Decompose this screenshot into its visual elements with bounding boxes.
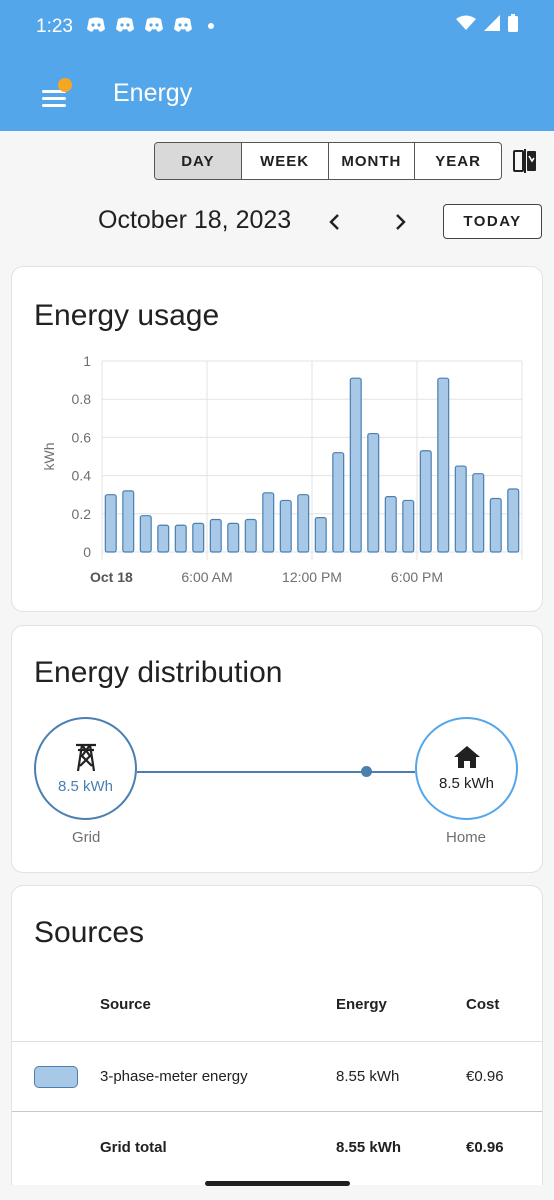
column-header-source: Source <box>100 996 151 1013</box>
app-bar: Energy <box>0 56 554 131</box>
source-name: 3-phase-meter energy <box>100 1068 248 1085</box>
table-divider <box>12 1111 542 1112</box>
y-tick-label: 1 <box>83 353 91 369</box>
current-date: October 18, 2023 <box>98 206 292 234</box>
energy-distribution-title: Energy distribution <box>34 656 283 689</box>
chart-bar <box>279 499 292 553</box>
y-tick-label: 0.4 <box>72 468 92 484</box>
home-label: Home <box>446 829 487 846</box>
chevron-right-icon[interactable] <box>388 210 412 234</box>
chart-bar <box>209 518 222 553</box>
table-divider <box>12 1041 542 1042</box>
notification-icons <box>86 16 214 34</box>
sources-card: Sources Source Energy Cost 3-phase-meter… <box>11 885 543 1185</box>
discord-icon <box>145 17 163 32</box>
period-year-button[interactable]: YEAR <box>415 143 501 179</box>
menu-icon-line <box>42 104 66 107</box>
chart-bar <box>507 488 520 553</box>
battery-icon <box>508 14 518 32</box>
chart-bar <box>402 499 415 553</box>
grid-label: Grid <box>72 829 101 846</box>
source-energy: 8.55 kWh <box>336 1068 400 1085</box>
more-notifications-dot <box>208 23 214 29</box>
x-tick-label: 6:00 PM <box>391 569 443 585</box>
transmission-tower-icon <box>75 743 96 772</box>
status-time: 1:23 <box>36 16 73 37</box>
system-icons <box>456 14 518 32</box>
chart-bar <box>419 450 432 553</box>
energy-usage-card: Energy usage 0 0.2 0.4 0.6 0.8 1 Oct 18 6:00 AM… <box>11 266 543 612</box>
chevron-left-icon[interactable] <box>323 210 347 234</box>
grid-node[interactable]: 8.5 kWh <box>34 717 137 820</box>
menu-icon-line <box>42 97 66 100</box>
y-tick-label: 0.2 <box>72 506 92 522</box>
chart-bar <box>139 515 152 553</box>
chart-bar <box>262 492 275 553</box>
chart-bar <box>349 377 362 553</box>
period-week-button[interactable]: WEEK <box>242 143 329 179</box>
energy-flow-line <box>137 771 415 773</box>
chart-bar <box>174 524 187 553</box>
energy-usage-chart: 0 0.2 0.4 0.6 0.8 1 Oct 18 6:00 AM 12:00 PM 6:00 … <box>41 353 523 585</box>
source-cost: €0.96 <box>466 1068 504 1085</box>
chart-bar <box>244 518 257 553</box>
period-month-button[interactable]: MONTH <box>329 143 416 179</box>
y-axis-label: kWh <box>41 443 57 471</box>
chart-bar <box>314 517 327 553</box>
chart-bar <box>437 377 450 553</box>
energy-flow-dot <box>361 766 372 777</box>
discord-icon <box>174 17 192 32</box>
today-button[interactable]: TODAY <box>443 204 542 239</box>
period-selector: DAY WEEK MONTH YEAR <box>154 142 502 180</box>
x-tick-label: 12:00 PM <box>282 569 342 585</box>
chart-bar <box>367 432 380 553</box>
discord-icon <box>87 17 105 32</box>
chart-bar <box>122 490 135 553</box>
x-tick-label: Oct 18 <box>90 569 133 585</box>
chart-bar <box>104 494 117 553</box>
grid-total-energy: 8.55 kWh <box>336 1139 402 1156</box>
grid-total-cost: €0.96 <box>466 1139 504 1156</box>
chart-bar <box>227 522 240 553</box>
home-icon <box>453 746 480 768</box>
source-color-swatch <box>34 1066 78 1088</box>
chart-bar <box>332 452 345 553</box>
chart-bar <box>297 494 310 553</box>
notification-badge <box>58 78 72 92</box>
grid-total-label: Grid total <box>100 1139 167 1156</box>
x-tick-label: 6:00 AM <box>181 569 232 585</box>
chart-bar <box>192 522 205 553</box>
chart-bar <box>489 497 502 553</box>
period-day-button[interactable]: DAY <box>155 143 242 179</box>
sources-title: Sources <box>34 916 145 949</box>
y-tick-label: 0 <box>83 544 91 560</box>
status-bar: 1:23 <box>0 0 554 56</box>
signal-icon <box>484 15 500 31</box>
home-energy-value: 8.5 kWh <box>438 775 495 792</box>
wifi-icon <box>456 15 476 30</box>
gesture-nav-handle[interactable] <box>205 1181 350 1186</box>
chart-bar <box>472 473 485 553</box>
grid-energy-value: 8.5 kWh <box>57 778 114 795</box>
y-tick-label: 0.6 <box>72 429 92 445</box>
y-tick-label: 0.8 <box>72 391 92 407</box>
energy-distribution-card: Energy distribution 8.5 kWh Grid 8.5 kWh… <box>11 625 543 873</box>
chart-bar <box>157 524 170 553</box>
chart-bar <box>384 496 397 553</box>
home-node[interactable]: 8.5 kWh <box>415 717 518 820</box>
column-header-cost: Cost <box>466 996 500 1013</box>
column-header-energy: Energy <box>336 996 387 1013</box>
menu-button[interactable] <box>36 78 76 112</box>
page-title: Energy <box>113 79 193 107</box>
chart-bar <box>454 465 467 553</box>
compare-icon[interactable] <box>512 148 538 174</box>
discord-icon <box>116 17 134 32</box>
